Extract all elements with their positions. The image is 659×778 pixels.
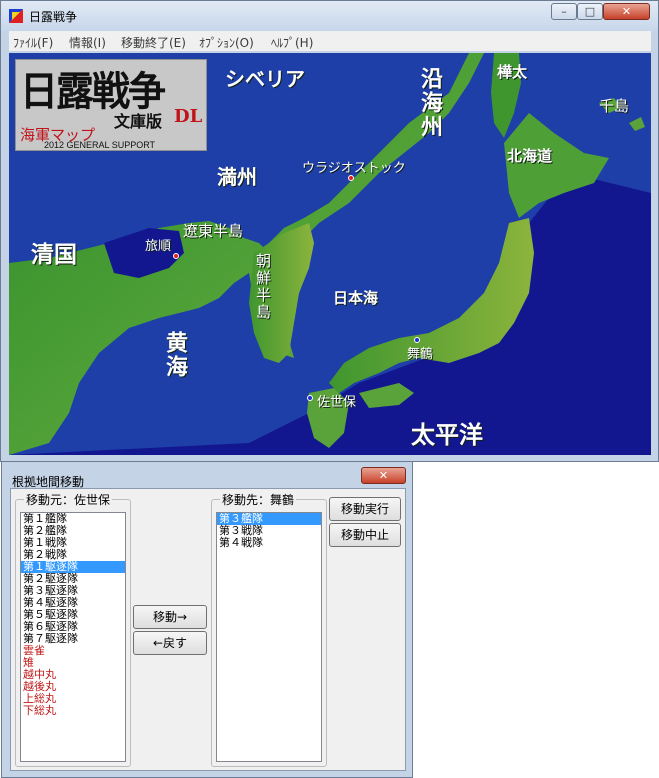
label-chosen: 朝鮮半島 [254, 253, 272, 321]
dialog-close-button[interactable]: ✕ [361, 467, 406, 484]
list-item[interactable]: 下総丸 [21, 705, 125, 717]
dest-group: 移動先：舞鶴 第３艦隊 第３戦隊 第４戦隊 [211, 491, 327, 767]
naval-map[interactable]: 日露戦争 文庫版 DL 海軍マップ 2012 GENERAL SUPPORT シ… [9, 53, 651, 455]
label-sasebo: 佐世保 [317, 395, 357, 410]
menu-help[interactable]: ﾍﾙﾌﾟ(H) [271, 34, 313, 51]
label-siberia: シベリア [225, 67, 305, 91]
label-shinkoku: 清国 [31, 241, 77, 268]
city-marker-maizuru[interactable] [414, 337, 420, 343]
back-button[interactable]: ←戻す [133, 631, 207, 655]
label-chishima: 千島 [599, 97, 630, 115]
game-logo: 日露戦争 文庫版 DL 海軍マップ 2012 GENERAL SUPPORT [15, 59, 207, 151]
label-karafuto: 樺太 [497, 63, 528, 81]
label-ryojun: 旅順 [145, 239, 172, 254]
source-listbox[interactable]: 第１艦隊 第２艦隊 第１戦隊 第２戦隊 第１駆逐隊 第２駆逐隊 第３駆逐隊 第４駆逐隊 第５駆逐… [20, 512, 126, 762]
city-marker-sasebo[interactable] [307, 395, 313, 401]
label-vladivostok: ウラジオストック [302, 161, 406, 176]
city-marker-vladivostok[interactable] [348, 175, 354, 181]
city-marker-ryojun[interactable] [173, 253, 179, 259]
menu-end-move[interactable]: 移動終了(E) [121, 34, 186, 51]
main-window: 日露戦争 – □ ✕ ﾌｧｲﾙ(F) 情報(I) 移動終了(E) ｵﾌﾟｼｮﾝ(… [0, 0, 659, 462]
execute-move-button[interactable]: 移動実行 [329, 497, 401, 521]
dest-label: 移動先：舞鶴 [220, 491, 297, 508]
label-nihonkai: 日本海 [333, 289, 379, 307]
list-item[interactable]: 雲雀 [21, 645, 125, 657]
menu-options[interactable]: ｵﾌﾟｼｮﾝ(O) [199, 34, 254, 51]
title-bar[interactable]: 日露戦争 – □ ✕ [1, 1, 658, 31]
menu-file[interactable]: ﾌｧｲﾙ(F) [13, 34, 53, 51]
label-maizuru: 舞鶴 [407, 347, 434, 362]
label-manshu: 満州 [217, 165, 257, 189]
window-title: 日露戦争 [29, 10, 78, 24]
dialog-body: 移動元：佐世保 第１艦隊 第２艦隊 第１戦隊 第２戦隊 第１駆逐隊 第２駆逐隊 第３駆逐隊第… [10, 488, 406, 771]
logo-support: 2012 GENERAL SUPPORT [44, 140, 156, 150]
source-label: 移動元：佐世保 [24, 491, 113, 508]
menu-bar: ﾌｧｲﾙ(F) 情報(I) 移動終了(E) ｵﾌﾟｼｮﾝ(O) ﾍﾙﾌﾟ(H) [9, 31, 651, 51]
logo-edition: 文庫版 [114, 112, 163, 131]
maximize-button[interactable]: □ [577, 3, 603, 20]
label-hokkaido: 北海道 [507, 147, 553, 165]
source-group: 移動元：佐世保 第１艦隊 第２艦隊 第１戦隊 第２戦隊 第１駆逐隊 第２駆逐隊 第３駆逐隊第… [15, 491, 131, 767]
menu-info[interactable]: 情報(I) [69, 34, 106, 51]
logo-edition-suffix: DL [174, 106, 203, 127]
label-enkai: 沿海州 [417, 67, 443, 139]
dest-listbox[interactable]: 第３艦隊 第３戦隊 第４戦隊 [216, 512, 322, 762]
label-kokai: 黄海 [162, 331, 188, 379]
move-button[interactable]: 移動→ [133, 605, 207, 629]
app-icon [9, 9, 23, 23]
minimize-button[interactable]: – [551, 3, 577, 20]
close-button[interactable]: ✕ [603, 3, 650, 20]
base-transfer-dialog: 根拠地間移動 ✕ 移動元：佐世保 第１艦隊 第２艦隊 第１戦隊 第２戦隊 第１駆逐隊 第２… [1, 461, 413, 778]
label-taiheiyo: 太平洋 [411, 420, 483, 449]
label-liaodong: 遼東半島 [183, 222, 244, 240]
list-item[interactable]: 第４戦隊 [217, 537, 321, 549]
cancel-move-button[interactable]: 移動中止 [329, 523, 401, 547]
